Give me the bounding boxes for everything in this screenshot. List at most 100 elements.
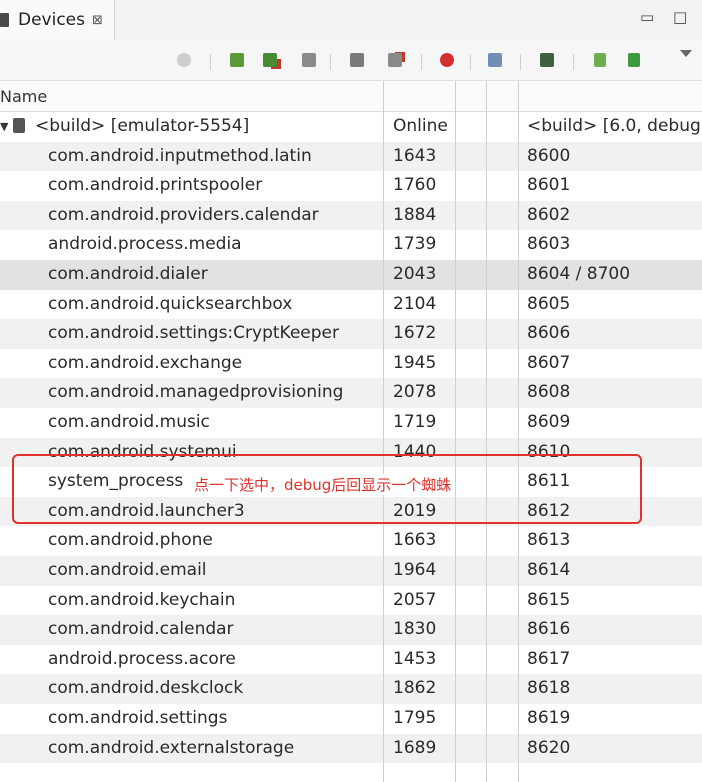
- process-row[interactable]: com.android.deskclock 1862 8618: [0, 674, 702, 704]
- column-divider: [486, 81, 487, 782]
- process-name: com.android.music: [48, 412, 210, 432]
- capture-opengl-icon[interactable]: [628, 53, 640, 67]
- process-pid: 1760: [393, 175, 437, 196]
- device-icon: [13, 118, 25, 133]
- process-name: com.android.quicksearchbox: [48, 293, 293, 314]
- close-icon[interactable]: ⊠: [92, 13, 103, 28]
- process-pid: 1689: [393, 737, 437, 758]
- device-row[interactable]: ▼ <build> [emulator-5554] Online <build> [6…: [0, 112, 702, 142]
- process-name: com.android.settings: [48, 708, 228, 728]
- process-name: com.android.inputmethod.latin: [48, 145, 312, 166]
- process-row[interactable]: com.android.music 1719 8609: [0, 408, 702, 438]
- column-divider: [383, 81, 384, 782]
- dump-view-hierarchy-icon[interactable]: [594, 53, 606, 67]
- process-name: com.android.phone: [48, 530, 213, 551]
- process-name: com.android.keychain: [48, 589, 236, 610]
- minimize-icon[interactable]: ▭: [640, 8, 654, 26]
- update-threads-icon[interactable]: [350, 53, 364, 67]
- column-divider: [518, 81, 519, 782]
- process-pid: 1663: [393, 530, 437, 551]
- process-port: 8615: [527, 589, 571, 610]
- process-row[interactable]: com.android.managedprovisioning 2078 8608: [0, 378, 702, 408]
- process-row[interactable]: com.android.providers.calendar 1884 8602: [0, 200, 702, 231]
- process-pid: 1719: [393, 412, 437, 432]
- process-pid: 1884: [393, 204, 437, 225]
- process-pid: 2078: [393, 382, 437, 403]
- process-pid: 2057: [393, 589, 437, 610]
- process-name: com.android.exchange: [48, 352, 243, 373]
- process-port: 8602: [527, 204, 571, 225]
- process-port: 8606: [527, 323, 571, 344]
- devices-toolbar: [0, 40, 702, 81]
- device-icon: [0, 13, 9, 27]
- toolbar-separator: [470, 54, 471, 70]
- process-pid: 1945: [393, 352, 437, 373]
- process-port: 8608: [527, 382, 571, 403]
- process-port: 8603: [527, 234, 571, 255]
- process-port: 8609: [527, 412, 571, 432]
- toolbar-separator: [330, 54, 331, 70]
- process-row[interactable]: android.process.media 1739 8603: [0, 230, 702, 260]
- update-heap-icon[interactable]: [230, 53, 244, 67]
- toolbar-separator: [520, 54, 521, 70]
- process-port: 8619: [527, 708, 571, 728]
- process-pid: 2043: [393, 264, 437, 284]
- process-pid: 1964: [393, 560, 437, 580]
- annotation-text: 点一下选中，debug后回显示一个蜘蛛: [190, 474, 456, 495]
- process-row[interactable]: com.android.printspooler 1760 8601: [0, 171, 702, 201]
- devices-tab[interactable]: Devices ⊠: [0, 0, 115, 40]
- process-row[interactable]: android.process.acore 1453 8617: [0, 645, 702, 675]
- process-row[interactable]: com.android.settings:CryptKeeper 1672 8606: [0, 319, 702, 349]
- toolbar-separator: [210, 54, 211, 70]
- process-name: com.android.calendar: [48, 619, 234, 640]
- process-row[interactable]: com.android.settings 1795 8619: [0, 704, 702, 734]
- process-pid: 1739: [393, 234, 437, 255]
- process-port: 8607: [527, 352, 571, 373]
- process-port: 8601: [527, 175, 571, 196]
- debug-bug-icon[interactable]: [177, 53, 191, 67]
- screen-capture-icon[interactable]: [488, 53, 502, 67]
- process-pid: 1453: [393, 648, 437, 669]
- process-port: 8620: [527, 737, 571, 758]
- process-port: 8613: [527, 530, 571, 551]
- dump-hprof-icon[interactable]: [263, 53, 277, 67]
- device-version: <build> [6.0, debug]: [527, 116, 702, 136]
- table-header: Name: [0, 81, 702, 112]
- view-tab-bar: Devices ⊠ ▭ □: [0, 0, 702, 41]
- process-name: com.android.email: [48, 560, 207, 580]
- systrace-icon[interactable]: [540, 53, 554, 67]
- process-pid: 1672: [393, 323, 437, 344]
- process-pid: 2104: [393, 293, 437, 314]
- column-header-name[interactable]: Name: [0, 87, 47, 106]
- process-port: 8604 / 8700: [527, 264, 631, 284]
- process-name: android.process.acore: [48, 648, 236, 669]
- devices-table: Name ▼ <build> [emulator-5554] Online <buil…: [0, 81, 702, 782]
- process-pid: 1830: [393, 619, 437, 640]
- process-row[interactable]: com.android.keychain 2057 8615: [0, 586, 702, 616]
- start-method-profiling-icon[interactable]: [388, 53, 402, 67]
- process-row[interactable]: com.android.quicksearchbox 2104 8605: [0, 290, 702, 320]
- device-status: Online: [393, 116, 448, 136]
- process-row[interactable]: com.android.dialer 2043 8604 / 8700: [0, 260, 702, 290]
- process-row[interactable]: com.android.phone 1663 8613: [0, 526, 702, 556]
- view-menu-icon[interactable]: [680, 50, 692, 57]
- process-name: com.android.managedprovisioning: [48, 382, 344, 403]
- process-port: 8614: [527, 560, 571, 580]
- process-port: 8618: [527, 678, 571, 699]
- process-row[interactable]: com.android.calendar 1830 8616: [0, 615, 702, 645]
- process-row[interactable]: com.android.externalstorage 1689 8620: [0, 733, 702, 764]
- expand-arrow-icon[interactable]: ▼: [0, 120, 8, 133]
- process-pid: 1862: [393, 678, 437, 699]
- stop-process-icon[interactable]: [440, 53, 454, 67]
- process-row[interactable]: com.android.email 1964 8614: [0, 556, 702, 586]
- process-pid: 1643: [393, 145, 437, 166]
- process-name: com.android.providers.calendar: [48, 204, 319, 225]
- cause-gc-icon[interactable]: [302, 53, 316, 67]
- process-row[interactable]: com.android.inputmethod.latin 1643 8600: [0, 141, 702, 172]
- process-name: com.android.printspooler: [48, 175, 263, 196]
- process-port: 8617: [527, 648, 571, 669]
- process-row[interactable]: com.android.exchange 1945 8607: [0, 349, 702, 379]
- maximize-icon[interactable]: □: [673, 8, 687, 26]
- process-name: com.android.deskclock: [48, 678, 244, 699]
- process-name: com.android.settings:CryptKeeper: [48, 323, 339, 344]
